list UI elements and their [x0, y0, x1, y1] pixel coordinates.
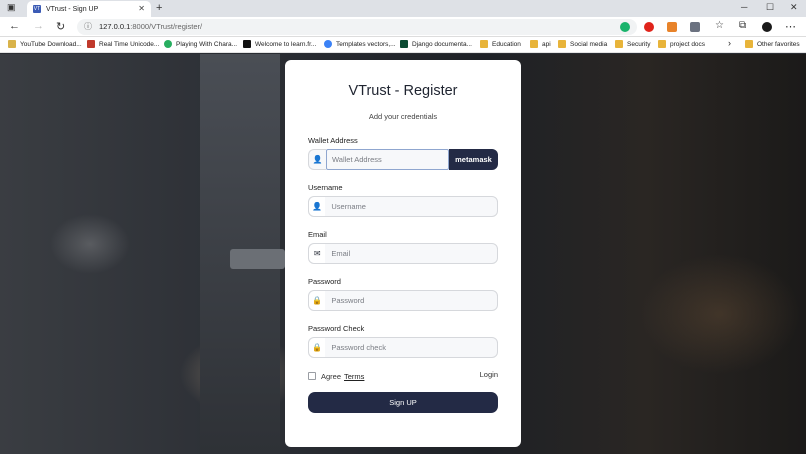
username-label: Username [308, 183, 343, 192]
folder-icon [558, 40, 566, 48]
bookmark-folder[interactable]: Security [615, 40, 650, 48]
password-check-group: 🔒 [308, 337, 498, 358]
metamask-extension-icon[interactable] [667, 22, 677, 32]
agree-label: Agree [321, 371, 342, 381]
bookmark-item[interactable]: Real Time Unicode... [87, 40, 159, 48]
lock-icon: 🔒 [309, 338, 326, 357]
register-card: VTrust - Register Add your credentials W… [285, 60, 521, 447]
url-field[interactable]: ⓘ 127.0.0.1:8000/VTrust/register/ [77, 19, 637, 35]
maximize-icon[interactable]: ☐ [766, 2, 774, 13]
username-group: 👤 [308, 196, 498, 217]
bookmark-folder[interactable]: api [530, 40, 551, 48]
bookmark-icon [400, 40, 408, 48]
bookmark-icon [243, 40, 251, 48]
terms-link[interactable]: Terms [344, 372, 364, 381]
bookmark-item[interactable]: YouTube Download... [8, 40, 82, 48]
page-title: VTrust - Register [348, 83, 458, 99]
bookmark-item[interactable]: Django documenta... [400, 40, 472, 48]
bookmarks-bar: YouTube Download... Real Time Unicode...… [0, 37, 806, 53]
bookmark-icon [8, 40, 16, 48]
collections-icon[interactable]: ⧉ [739, 20, 746, 31]
username-input[interactable] [325, 202, 497, 211]
bookmark-folder[interactable]: Education [480, 40, 521, 48]
grammarly-icon[interactable] [620, 22, 630, 32]
password-label: Password [308, 277, 341, 286]
tab-favicon-icon: VT [33, 5, 41, 13]
lock-icon: 🔒 [309, 291, 326, 310]
agree-row: Agree Terms Login [308, 370, 498, 382]
bookmark-folder[interactable]: project docs [658, 40, 705, 48]
folder-icon [530, 40, 538, 48]
bookmarks-overflow-icon[interactable]: › [728, 38, 731, 48]
close-tab-icon[interactable]: ✕ [138, 4, 145, 13]
reload-icon[interactable]: ↻ [56, 20, 65, 33]
user-icon: 👤 [308, 149, 326, 170]
bookmark-icon [324, 40, 332, 48]
agree-checkbox[interactable] [308, 372, 316, 380]
page-subtitle: Add your credentials [368, 112, 438, 121]
more-menu-icon[interactable]: ⋯ [785, 20, 796, 33]
folder-icon [658, 40, 666, 48]
tab-title: VTrust - Sign UP [46, 5, 99, 13]
email-input[interactable] [325, 249, 497, 258]
password-input[interactable] [325, 296, 497, 305]
login-link[interactable]: Login [480, 370, 498, 379]
background-photo-ac-unit [230, 249, 285, 269]
password-check-input[interactable] [325, 343, 497, 352]
avatar[interactable] [762, 22, 772, 32]
wallet-address-input[interactable] [326, 149, 449, 170]
metamask-button[interactable]: metamask [449, 149, 498, 170]
adblock-icon[interactable] [644, 22, 654, 32]
minimize-icon[interactable]: ─ [741, 2, 747, 12]
bookmark-item[interactable]: Welcome to learn.fr... [243, 40, 316, 48]
envelope-icon: ✉ [309, 244, 326, 263]
folder-icon [480, 40, 488, 48]
email-label: Email [308, 230, 327, 239]
wallet-address-label: Wallet Address [308, 136, 358, 145]
browser-tab[interactable]: VT VTrust - Sign UP ✕ [27, 1, 151, 17]
bookmark-item[interactable]: Playing With Chara... [164, 40, 237, 48]
back-icon[interactable]: ← [9, 20, 20, 32]
bookmark-icon [164, 40, 172, 48]
tab-actions-icon[interactable]: ▣ [7, 2, 16, 13]
bookmark-item[interactable]: Templates vectors,... [324, 40, 396, 48]
favorites-icon[interactable]: ☆ [715, 20, 724, 31]
other-favorites-folder[interactable]: Other favorites [745, 40, 800, 48]
extensions-icon[interactable] [690, 22, 700, 32]
password-group: 🔒 [308, 290, 498, 311]
email-group: ✉ [308, 243, 498, 264]
user-icon: 👤 [309, 197, 326, 216]
forward-icon[interactable]: → [33, 20, 44, 32]
bookmark-icon [87, 40, 95, 48]
browser-tab-bar: ▣ VT VTrust - Sign UP ✕ + ─ ☐ ✕ [0, 0, 806, 17]
wallet-address-group: 👤 metamask [308, 149, 498, 170]
url-path: :8000/VTrust/register/ [130, 22, 203, 31]
new-tab-icon[interactable]: + [156, 2, 162, 14]
bookmark-folder[interactable]: Social media [558, 40, 607, 48]
address-bar-row: ← → ↻ ⓘ 127.0.0.1:8000/VTrust/register/ … [0, 17, 806, 37]
password-check-label: Password Check [308, 324, 365, 333]
close-window-icon[interactable]: ✕ [790, 2, 798, 13]
folder-icon [615, 40, 623, 48]
folder-icon [745, 40, 753, 48]
signup-button[interactable]: Sign UP [308, 392, 498, 413]
url-host: 127.0.0.1 [99, 22, 131, 31]
site-info-icon[interactable]: ⓘ [84, 19, 92, 35]
